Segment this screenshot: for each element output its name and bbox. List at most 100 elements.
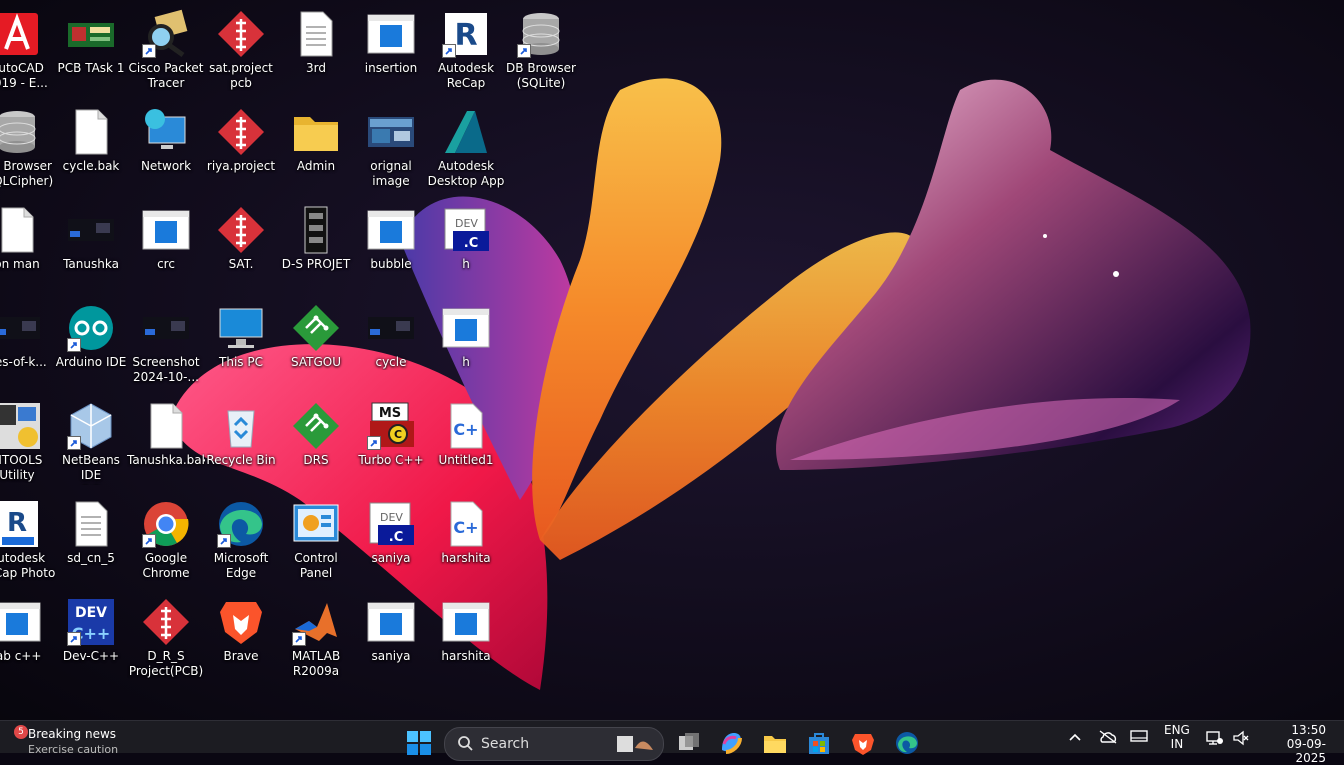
desktop-icon-h2[interactable]: h xyxy=(429,298,503,394)
shortcut-arrow-icon xyxy=(217,534,231,548)
desktop-icon-drsproject[interactable]: D_R_S Project(PCB) xyxy=(129,592,203,688)
desktop-icon-cycle[interactable]: cycle xyxy=(354,298,428,394)
desktop-icon-screenshot[interactable]: Screenshot 2024-10-... xyxy=(129,298,203,394)
desktop-icon-sat[interactable]: SAT. xyxy=(204,200,278,296)
desktop-icon-recycle[interactable]: Recycle Bin xyxy=(204,396,278,492)
desktop-icon-cyclebak[interactable]: cycle.bak xyxy=(54,102,128,198)
mtools-icon xyxy=(0,400,43,452)
desktop-icon-tanushkabak[interactable]: Tanushka.bak xyxy=(127,396,205,492)
copilot-icon[interactable] xyxy=(718,730,744,756)
arduino-icon xyxy=(65,302,117,354)
desktop-icon-label: Turbo C++ xyxy=(358,453,424,467)
desktop-icon-label: Google Chrome xyxy=(142,551,190,580)
desktop-icon-recap[interactable]: R Autodesk ReCap xyxy=(429,4,503,100)
desktop-icon-label: cycle xyxy=(375,355,407,369)
database-icon xyxy=(0,106,43,158)
window-app-icon xyxy=(440,596,492,648)
desktop-icon-admin[interactable]: Admin xyxy=(279,102,353,198)
desktop-icon-onman[interactable]: on man xyxy=(0,200,54,296)
desktop-icon-untitled1[interactable]: C+ Untitled1 xyxy=(429,396,503,492)
brave-icon xyxy=(215,596,267,648)
clock-date: 09-09-2025 xyxy=(1286,737,1326,765)
task-view-icon[interactable] xyxy=(676,730,702,756)
desktop-icon-saniya2[interactable]: saniya xyxy=(354,592,428,688)
window-app-icon xyxy=(365,204,417,256)
desktop-icon-label: Tanushka.bak xyxy=(127,453,205,467)
desktop-icon-devcpp[interactable]: DEV C++ Dev-C++ xyxy=(54,592,128,688)
desktop-icon-modes[interactable]: des-of-k... xyxy=(0,298,54,394)
desktop-icon-brave[interactable]: Brave xyxy=(204,592,278,688)
desktop-icon-satgou[interactable]: SATGOU xyxy=(279,298,353,394)
desktop-icon-dsprojet[interactable]: D-S PROJET xyxy=(279,200,353,296)
svg-text:R: R xyxy=(454,18,477,53)
search-box[interactable]: Search xyxy=(444,727,664,761)
desktop-icon-label: des-of-k... xyxy=(0,355,47,369)
network-status-icon[interactable] xyxy=(1206,730,1224,749)
file-explorer-icon[interactable] xyxy=(762,730,788,756)
control-panel-icon xyxy=(290,498,342,550)
desktop-icon-bubble[interactable]: bubble xyxy=(354,200,428,296)
show-hidden-icons-chevron-icon[interactable] xyxy=(1068,731,1082,745)
desktop-icon-label: DRS xyxy=(303,453,329,467)
desktop-icon-label: saniya xyxy=(371,551,411,565)
pcb-green-icon xyxy=(290,302,342,354)
desktop-icon-harshita2[interactable]: harshita xyxy=(429,592,503,688)
desktop-icon-drs[interactable]: DRS xyxy=(279,396,353,492)
recap-photo-icon: R xyxy=(0,498,43,550)
desktop-icon-desktopapp[interactable]: Autodesk Desktop App xyxy=(428,102,504,198)
desktop-icon-crc[interactable]: crc xyxy=(129,200,203,296)
window-app-icon xyxy=(365,8,417,60)
desktop-icon-label: Microsoft Edge xyxy=(213,551,269,580)
desktop-icon-satpcb[interactable]: sat.project pcb xyxy=(204,4,278,100)
desktop-icon-label: sat.project pcb xyxy=(209,61,273,90)
edge-taskbar-icon[interactable] xyxy=(894,730,920,756)
desktop-icon-edge[interactable]: Microsoft Edge xyxy=(204,494,278,590)
brave-taskbar-icon[interactable] xyxy=(850,730,876,756)
desktop-icon-dbbrowser[interactable]: DB Browser (SQLite) xyxy=(504,4,578,100)
desktop-icon-orignal[interactable]: orignal image xyxy=(354,102,428,198)
pcb-board-icon xyxy=(290,204,342,256)
desktop-icon-insertion[interactable]: insertion xyxy=(354,4,428,100)
desktop-icon-thispc[interactable]: This PC xyxy=(204,298,278,394)
language-indicator[interactable]: ENG IN xyxy=(1164,723,1190,751)
clock[interactable]: 13:50 09-09-2025 xyxy=(1262,723,1326,765)
desktop-icon-autocad[interactable]: AutoCAD 2019 - E... xyxy=(0,4,54,100)
dark-thumb-icon xyxy=(365,302,417,354)
desktop-icon-controlpanel[interactable]: Control Panel xyxy=(279,494,353,590)
windows-start-icon[interactable] xyxy=(406,730,432,756)
desktop-icon-label: Screenshot 2024-10-... xyxy=(132,355,200,384)
desktop-icon-label: insertion xyxy=(364,61,418,75)
desktop-icon-labcpp[interactable]: lab c++ xyxy=(0,592,54,688)
desktop-icon-cisco[interactable]: Cisco Packet Tracer xyxy=(129,4,203,100)
desktop-icon-chrome[interactable]: Google Chrome xyxy=(129,494,203,590)
language-code: ENG xyxy=(1164,723,1190,737)
desktop-icon-label: h xyxy=(462,257,470,271)
desktop-icon-netbeans[interactable]: NetBeans IDE 8.2 xyxy=(54,396,128,492)
microsoft-store-icon[interactable] xyxy=(806,730,832,756)
desktop-icon-recapphoto[interactable]: R Autodesk ReCap Photo xyxy=(0,494,55,590)
news-widget[interactable]: 5 Breaking news Exercise caution xyxy=(4,721,144,756)
volume-muted-icon[interactable] xyxy=(1232,730,1250,749)
desktop-icon-pcbtask[interactable]: PCB TAsk 1 xyxy=(54,4,128,100)
kicad-icon xyxy=(215,204,267,256)
desktop-icon-mtools[interactable]: MTOOLS Utility xyxy=(0,396,54,492)
desktop-icon-network[interactable]: Network xyxy=(129,102,203,198)
desktop-icon-h1[interactable]: DEV .C h xyxy=(429,200,503,296)
desktop-icon-turbo[interactable]: MS C Turbo C++ xyxy=(354,396,428,492)
onedrive-offline-icon[interactable] xyxy=(1098,730,1118,747)
svg-text:DEV: DEV xyxy=(75,605,107,621)
desktop-icon-saniya1[interactable]: DEV .C saniya xyxy=(354,494,428,590)
svg-text:C: C xyxy=(394,428,402,441)
desktop-icon-matlab[interactable]: MATLAB R2009a xyxy=(279,592,353,688)
display-icon[interactable] xyxy=(1130,730,1148,747)
desktop-icon-tanushka[interactable]: Tanushka xyxy=(54,200,128,296)
desktop-icon-harshita1[interactable]: C+ harshita xyxy=(429,494,503,590)
desktop-icon-sdcn5[interactable]: sd_cn_5 xyxy=(54,494,128,590)
desktop-icon-arduino[interactable]: Arduino IDE xyxy=(54,298,128,394)
desktop-icon-riya[interactable]: riya.project xyxy=(204,102,278,198)
desktop-icon-label: sd_cn_5 xyxy=(67,551,115,565)
desktop-icon-dbcipher[interactable]: DB Browser (SQLCipher) xyxy=(0,102,54,198)
shortcut-arrow-icon xyxy=(517,44,531,58)
svg-text:.C: .C xyxy=(389,530,403,545)
desktop-icon-3rd[interactable]: 3rd xyxy=(279,4,353,100)
